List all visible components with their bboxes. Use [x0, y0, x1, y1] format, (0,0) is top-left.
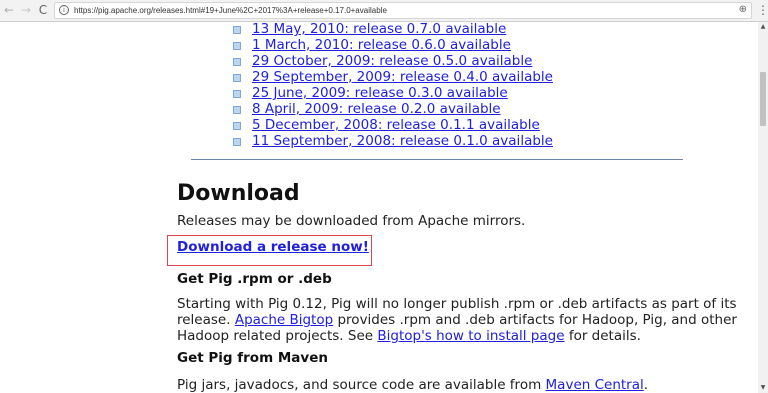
release-link[interactable]: 29 September, 2009: release 0.4.0 availa… — [252, 69, 553, 86]
release-link[interactable]: 25 June, 2009: release 0.3.0 available — [252, 85, 508, 102]
scroll-down-arrow-icon[interactable]: ▼ — [758, 383, 768, 393]
info-icon[interactable]: i — [59, 5, 69, 15]
square-bullet-icon — [233, 106, 241, 114]
release-link[interactable]: 1 March, 2010: release 0.6.0 available — [252, 37, 511, 54]
scroll-up-arrow-icon[interactable]: ▲ — [758, 22, 768, 32]
release-link[interactable]: 29 October, 2009: release 0.5.0 availabl… — [252, 53, 532, 70]
browser-menu-icon[interactable]: ⋮ — [757, 3, 768, 17]
square-bullet-icon — [233, 42, 241, 50]
release-link[interactable]: 11 September, 2008: release 0.1.0 availa… — [252, 133, 553, 150]
zoom-icon[interactable]: ⊕ — [739, 4, 747, 15]
scrollbar-thumb[interactable] — [760, 72, 766, 126]
address-bar[interactable]: i https://pig.apache.org/releases.html#1… — [54, 2, 752, 19]
download-release-link[interactable]: Download a release now! — [177, 239, 369, 256]
square-bullet-icon — [233, 138, 241, 146]
release-link[interactable]: 13 May, 2010: release 0.7.0 available — [252, 22, 506, 38]
square-bullet-icon — [233, 74, 241, 82]
horizontal-divider — [191, 159, 683, 160]
apache-bigtop-link[interactable]: Apache Bigtop — [235, 312, 333, 328]
square-bullet-icon — [233, 90, 241, 98]
release-link[interactable]: 5 December, 2008: release 0.1.1 availabl… — [252, 117, 540, 134]
maven-paragraph: Pig jars, javadocs, and source code are … — [177, 377, 737, 393]
rpm-deb-heading: Get Pig .rpm or .deb — [177, 271, 332, 287]
maven-heading: Get Pig from Maven — [177, 350, 328, 366]
download-heading: Download — [177, 181, 300, 206]
bigtop-install-link[interactable]: Bigtop's how to install page — [377, 328, 564, 344]
download-intro-text: Releases may be downloaded from Apache m… — [177, 213, 526, 229]
square-bullet-icon — [233, 122, 241, 130]
release-link[interactable]: 8 April, 2009: release 0.2.0 available — [252, 101, 501, 118]
forward-arrow-icon[interactable]: → — [18, 2, 34, 18]
page-content: 13 May, 2010: release 0.7.0 available 1 … — [0, 22, 758, 393]
square-bullet-icon — [233, 26, 241, 34]
vertical-scrollbar[interactable]: ▲ ▼ — [758, 22, 768, 393]
reload-icon[interactable]: C — [35, 2, 51, 18]
paragraph-text: Pig jars, javadocs, and source code are … — [177, 377, 542, 393]
paragraph-text: . — [643, 377, 649, 393]
back-arrow-icon[interactable]: ← — [1, 2, 17, 18]
url-text[interactable]: https://pig.apache.org/releases.html#19+… — [74, 5, 387, 16]
paragraph-text: for details. — [568, 328, 641, 344]
rpm-deb-paragraph: Starting with Pig 0.12, Pig will no long… — [177, 296, 737, 344]
square-bullet-icon — [233, 58, 241, 66]
maven-central-link[interactable]: Maven Central — [546, 377, 644, 393]
browser-toolbar: ← → C i https://pig.apache.org/releases.… — [0, 0, 768, 22]
